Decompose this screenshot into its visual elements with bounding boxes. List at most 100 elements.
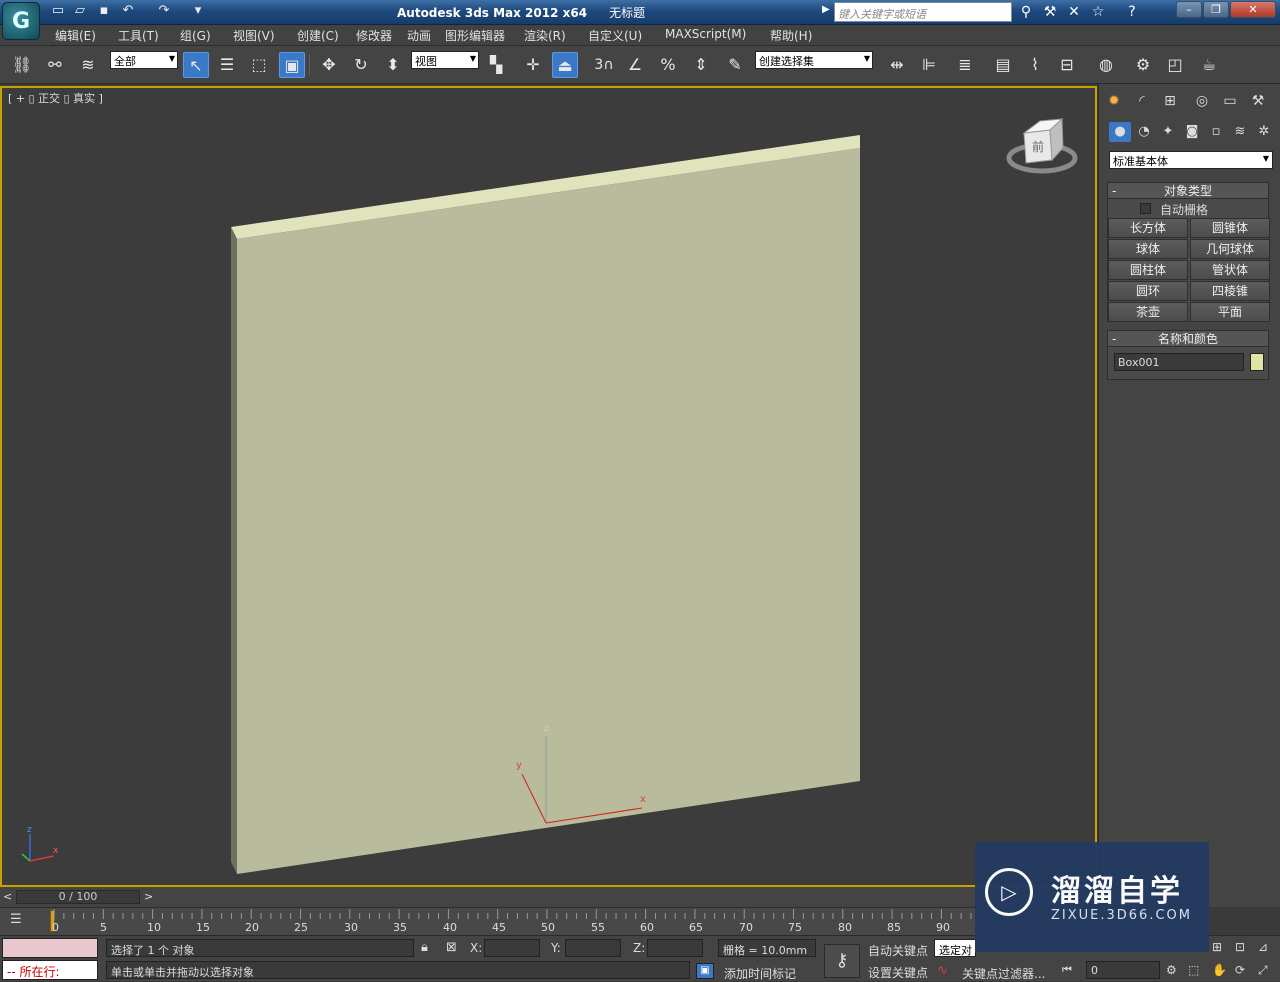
undo-icon[interactable]: ↶ xyxy=(120,3,136,19)
menu-rendering[interactable]: 渲染(R) xyxy=(524,27,566,44)
helpers-icon[interactable]: ▫ xyxy=(1205,122,1227,142)
select-by-name-icon[interactable]: ☰ xyxy=(214,52,240,78)
redo-icon[interactable]: ↷ xyxy=(156,3,172,19)
save-icon[interactable]: ▪ xyxy=(96,3,112,19)
selection-filter-dropdown[interactable]: 全部 xyxy=(110,51,178,69)
menu-views[interactable]: 视图(V) xyxy=(233,27,275,44)
auto-key-button[interactable]: 自动关键点 xyxy=(868,942,928,959)
object-type-header[interactable]: - 对象类型 xyxy=(1108,183,1268,199)
zoom-extents-all-icon[interactable]: ⊡ xyxy=(1235,940,1245,954)
hierarchy-tab-icon[interactable]: ⊞ xyxy=(1159,90,1181,112)
zoom-all-icon[interactable]: ⊞ xyxy=(1212,940,1222,954)
y-coordinate-field[interactable] xyxy=(565,939,621,957)
select-object-icon[interactable]: ↖ xyxy=(183,52,209,78)
pyramid-button[interactable]: 四棱锥 xyxy=(1190,281,1270,301)
graphite-tools-icon[interactable]: ▤ xyxy=(990,52,1016,78)
minimize-button[interactable]: – xyxy=(1176,1,1202,18)
search-arrow-icon[interactable]: ▶ xyxy=(822,4,830,15)
lock-icon[interactable]: 🔒︎ xyxy=(421,940,428,955)
menu-customize[interactable]: 自定义(U) xyxy=(588,27,642,44)
menu-graph-editors[interactable]: 图形编辑器 xyxy=(445,27,505,44)
menu-group[interactable]: 组(G) xyxy=(180,27,211,44)
window-crossing-icon[interactable]: ▣ xyxy=(279,52,305,78)
schematic-view-icon[interactable]: ⊟ xyxy=(1054,52,1080,78)
mirror-icon[interactable]: ⇹ xyxy=(884,52,910,78)
pan-view-icon[interactable]: ✋ xyxy=(1212,963,1227,977)
menu-create[interactable]: 创建(C) xyxy=(297,27,339,44)
layer-manager-icon[interactable]: ≣ xyxy=(952,52,978,78)
percent-snap-icon[interactable]: % xyxy=(655,52,681,78)
key-mode-dropdown[interactable]: 选定对 xyxy=(934,939,976,957)
link-icon[interactable]: ⛓ xyxy=(9,52,35,78)
shapes-icon[interactable]: ◔ xyxy=(1133,122,1155,142)
modify-tab-icon[interactable]: ◜ xyxy=(1131,90,1153,112)
track-bar[interactable]: ☰ 0 5 10 15 20 25 30 35 40 45 50 55 60 6… xyxy=(0,907,980,935)
next-frame-icon[interactable]: > xyxy=(144,890,153,903)
menu-help[interactable]: 帮助(H) xyxy=(770,27,812,44)
torus-button[interactable]: 圆环 xyxy=(1108,281,1188,301)
mini-curve-editor-icon[interactable]: ☰ xyxy=(10,912,22,927)
move-icon[interactable]: ✥ xyxy=(316,52,342,78)
align-icon[interactable]: ⊫ xyxy=(916,52,942,78)
geosphere-button[interactable]: 几何球体 xyxy=(1190,239,1270,259)
menu-maxscript[interactable]: MAXScript(M) xyxy=(665,27,746,41)
menu-animation[interactable]: 动画 xyxy=(407,27,431,44)
x-coordinate-field[interactable] xyxy=(484,939,540,957)
viewcube[interactable]: 前 xyxy=(1006,117,1078,174)
motion-tab-icon[interactable]: ◎ xyxy=(1191,90,1213,112)
render-teapot-icon[interactable]: ☕ xyxy=(1196,52,1222,78)
time-slider[interactable]: 0 / 100 xyxy=(16,890,140,904)
rotate-icon[interactable]: ↻ xyxy=(348,52,374,78)
cameras-icon[interactable]: ◙ xyxy=(1181,122,1203,142)
listener-output[interactable]: -- 所在行: xyxy=(2,960,98,980)
pivot-center-icon[interactable]: ▚ xyxy=(483,52,509,78)
name-color-header[interactable]: - 名称和颜色 xyxy=(1108,331,1268,347)
utilities-tab-icon[interactable]: ⚒ xyxy=(1247,90,1269,112)
display-tab-icon[interactable]: ▭ xyxy=(1219,90,1241,112)
rectangular-selection-icon[interactable]: ⬚ xyxy=(246,52,272,78)
favorites-star-icon[interactable]: ☆ xyxy=(1088,3,1108,21)
set-key-icon[interactable]: ⚷ xyxy=(824,944,860,978)
key-filters-button[interactable]: 关键点过滤器... xyxy=(962,965,1045,982)
render-setup-icon[interactable]: ⚙ xyxy=(1130,52,1156,78)
create-tab-icon[interactable]: ✹ xyxy=(1103,90,1125,112)
maxscript-mini-listener[interactable] xyxy=(2,938,98,958)
maximize-viewport-icon[interactable]: ⤢ xyxy=(1258,963,1268,978)
subscription-icon[interactable]: ⚒ xyxy=(1040,3,1060,21)
cone-button[interactable]: 圆锥体 xyxy=(1190,218,1270,238)
time-config-icon[interactable]: ⚙ xyxy=(1166,963,1177,977)
quick-access-dropdown-icon[interactable]: ▾ xyxy=(190,3,206,19)
app-logo[interactable]: G xyxy=(2,2,40,40)
plane-button[interactable]: 平面 xyxy=(1190,302,1270,322)
add-time-tag[interactable]: 添加时间标记 xyxy=(724,965,796,982)
box-button[interactable]: 长方体 xyxy=(1108,218,1188,238)
keyboard-shortcut-override-icon[interactable]: ⏏ xyxy=(552,52,578,78)
open-file-icon[interactable]: ▱ xyxy=(72,3,88,19)
new-file-icon[interactable]: ▭ xyxy=(50,3,66,19)
space-warps-icon[interactable]: ≋ xyxy=(1229,122,1251,142)
communication-icon[interactable]: ✕ xyxy=(1064,3,1084,21)
set-key-button[interactable]: 设置关键点 xyxy=(868,964,928,981)
scale-icon[interactable]: ⬍ xyxy=(380,52,406,78)
geometry-icon[interactable]: ● xyxy=(1109,122,1131,142)
menu-edit[interactable]: 编辑(E) xyxy=(55,27,96,44)
edit-named-selection-icon[interactable]: ✎ xyxy=(722,52,748,78)
time-tag-icon[interactable]: ▣ xyxy=(696,963,714,979)
tube-button[interactable]: 管状体 xyxy=(1190,260,1270,280)
curve-editor-icon[interactable]: ⌇ xyxy=(1022,52,1048,78)
angle-snap-icon[interactable]: ∠ xyxy=(622,52,648,78)
prev-frame-icon[interactable]: < xyxy=(3,890,12,903)
unlink-icon[interactable]: ⚯ xyxy=(42,52,68,78)
menu-tools[interactable]: 工具(T) xyxy=(118,27,159,44)
orbit-icon[interactable]: ⟳ xyxy=(1235,963,1245,977)
named-selection-dropdown[interactable]: 创建选择集 xyxy=(755,51,873,69)
current-frame-field[interactable]: 0 xyxy=(1086,961,1160,979)
menu-modifiers[interactable]: 修改器 xyxy=(356,27,392,44)
select-manipulate-icon[interactable]: ✛ xyxy=(520,52,546,78)
teapot-button[interactable]: 茶壶 xyxy=(1108,302,1188,322)
maximize-button[interactable]: ❐ xyxy=(1203,1,1229,18)
absolute-mode-icon[interactable]: ⊠ xyxy=(446,940,457,955)
reference-coordinate-dropdown[interactable]: 视图 xyxy=(411,51,479,69)
cylinder-button[interactable]: 圆柱体 xyxy=(1108,260,1188,280)
bind-space-warp-icon[interactable]: ≋ xyxy=(75,52,101,78)
